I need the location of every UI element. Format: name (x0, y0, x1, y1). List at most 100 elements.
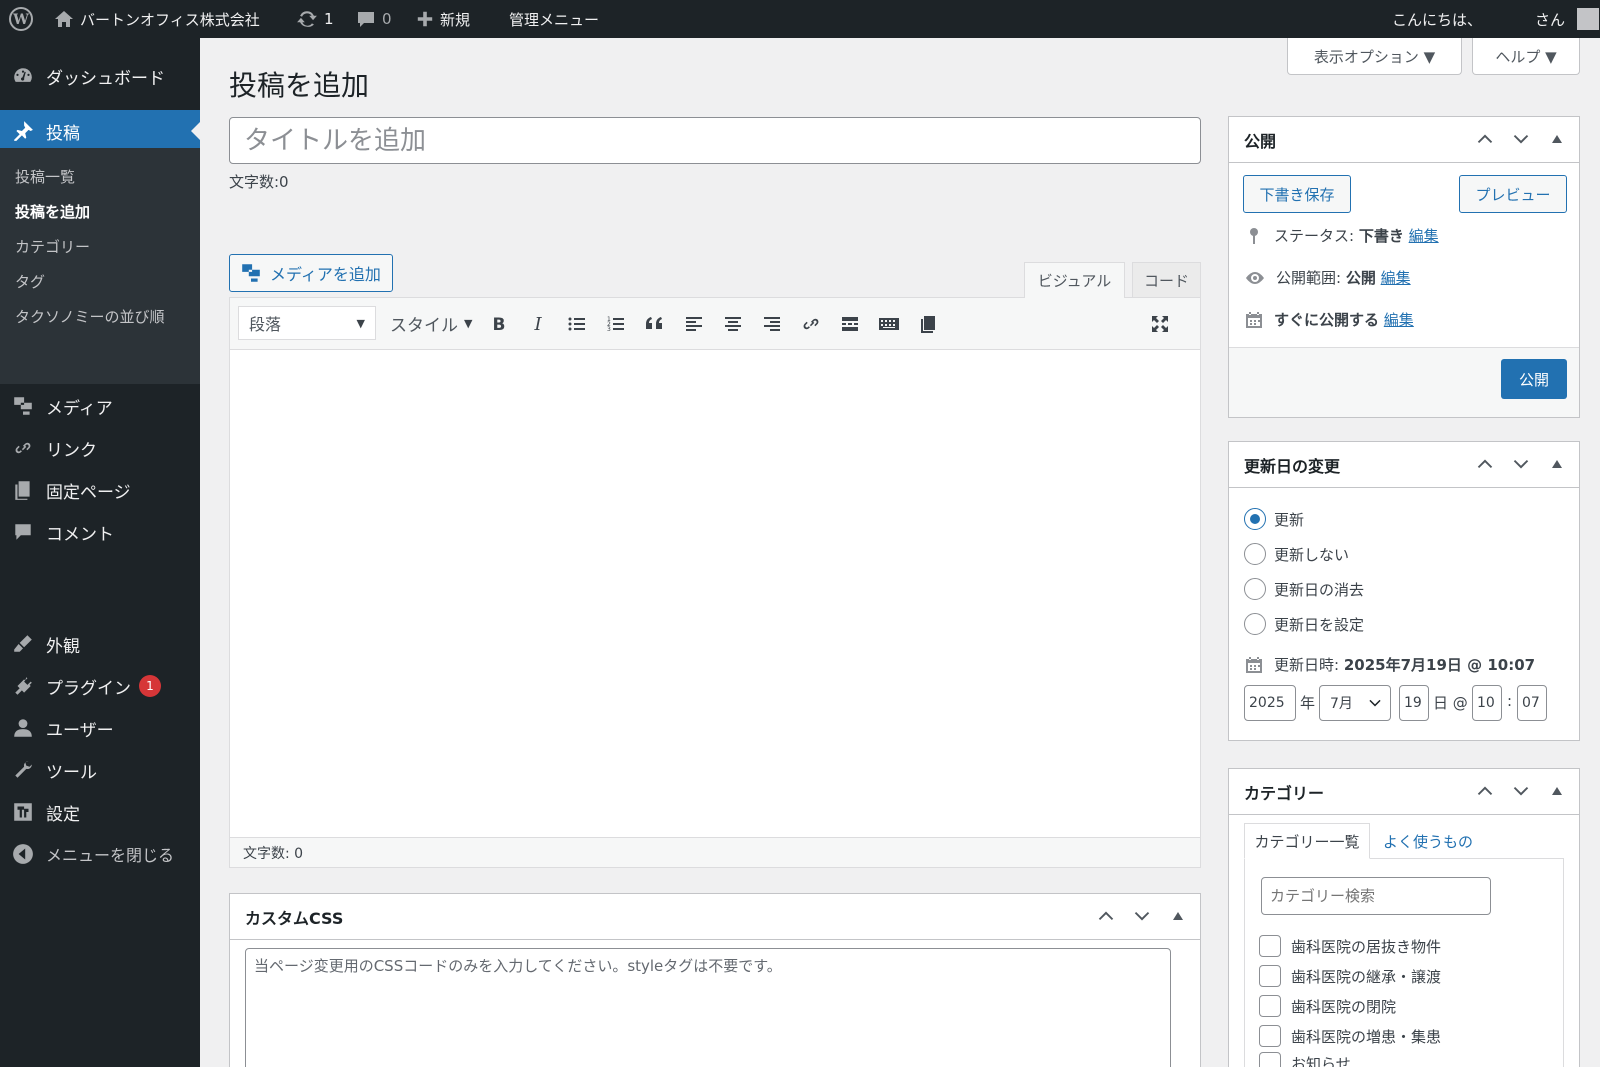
edit-status-link[interactable]: 編集 (1409, 227, 1439, 245)
sidebar-sub-taxonomy-order[interactable]: タクソノミーの並び順 (15, 306, 165, 327)
edit-schedule-link[interactable]: 編集 (1384, 311, 1414, 329)
hour-input[interactable]: 10 (1472, 685, 1502, 721)
admin-menu-link[interactable]: 管理メニュー (509, 0, 599, 38)
sidebar-item-pages[interactable]: 固定ページ (0, 470, 200, 510)
bold-button[interactable]: B (483, 308, 515, 340)
align-right-button[interactable] (756, 308, 788, 340)
greeting[interactable]: こんにちは、 (1392, 0, 1482, 38)
align-center-button[interactable] (717, 308, 749, 340)
sidebar-item-posts[interactable]: 投稿 (0, 110, 200, 152)
radio-no-update[interactable]: 更新しない (1244, 543, 1349, 565)
checkbox[interactable] (1259, 1052, 1281, 1067)
sidebar-item-plugins[interactable]: プラグイン 1 (0, 666, 200, 706)
toggle-panel-button[interactable] (1541, 448, 1573, 480)
move-up-button[interactable] (1469, 123, 1501, 155)
day-input[interactable]: 19 (1399, 685, 1429, 721)
preview-button[interactable]: プレビュー (1459, 175, 1567, 213)
custom-css-textarea[interactable] (245, 948, 1171, 1067)
radio-button[interactable] (1244, 508, 1266, 530)
radio-button[interactable] (1244, 543, 1266, 565)
chevron-up-icon (1477, 134, 1493, 144)
move-down-button[interactable] (1505, 775, 1537, 807)
sidebar-item-links[interactable]: リンク (0, 428, 200, 468)
screen-options-button[interactable]: 表示オプション ▼ (1287, 38, 1462, 75)
greeting-suffix: さん (1535, 10, 1566, 29)
move-down-button[interactable] (1505, 448, 1537, 480)
sidebar-sub-tags[interactable]: タグ (15, 271, 45, 292)
minute-input[interactable]: 07 (1517, 685, 1547, 721)
updates-link[interactable]: 1 (296, 0, 334, 38)
month-select[interactable]: 7月 (1319, 685, 1391, 721)
link-icon (803, 318, 819, 330)
category-search-input[interactable] (1261, 877, 1491, 915)
toggle-panel-button[interactable] (1162, 900, 1194, 932)
sidebar-item-tools[interactable]: ツール (0, 750, 200, 790)
radio-update[interactable]: 更新 (1244, 508, 1304, 530)
checkbox[interactable] (1259, 965, 1281, 987)
category-item[interactable]: 歯科医院の継承・譲渡 (1259, 965, 1441, 987)
sidebar-item-appearance[interactable]: 外観 (0, 624, 200, 664)
tab-all-categories[interactable]: カテゴリー一覧 (1244, 823, 1370, 859)
category-item[interactable]: お知らせ (1259, 1052, 1351, 1067)
dashboard-icon (14, 68, 32, 82)
sidebar-item-users[interactable]: ユーザー (0, 708, 200, 748)
save-draft-button[interactable]: 下書き保存 (1243, 175, 1351, 213)
toolbar-toggle-button[interactable] (873, 308, 905, 340)
radio-clear-date[interactable]: 更新日の消去 (1244, 578, 1364, 600)
category-item[interactable]: 歯科医院の居抜き物件 (1259, 935, 1441, 957)
sidebar-item-settings[interactable]: 設定 (0, 792, 200, 832)
post-title-input[interactable] (229, 117, 1201, 164)
checkbox[interactable] (1259, 935, 1281, 957)
sidebar-item-dashboard[interactable]: ダッシュボード (0, 56, 200, 96)
sidebar-label-collapse: メニューを閉じる (46, 846, 175, 865)
tab-code[interactable]: コード (1132, 262, 1201, 298)
move-up-button[interactable] (1090, 900, 1122, 932)
checkbox[interactable] (1259, 995, 1281, 1017)
sidebar-sub-categories[interactable]: カテゴリー (15, 236, 90, 257)
toggle-panel-button[interactable] (1541, 123, 1573, 155)
tab-code-label: コード (1143, 272, 1189, 290)
format-select[interactable]: 段落 ▼ (238, 306, 376, 340)
sidebar-item-comments[interactable]: コメント (0, 512, 200, 552)
checkbox[interactable] (1259, 1025, 1281, 1047)
sidebar-item-media[interactable]: メディア (0, 386, 200, 426)
post-content-editor[interactable]: 段落 ▼ スタイル ▼ B I 123 文字数: 0 (229, 297, 1201, 868)
tab-visual[interactable]: ビジュアル (1024, 262, 1125, 298)
tab-popular-label: よく使うもの (1383, 832, 1474, 851)
sidebar-sub-all-posts[interactable]: 投稿一覧 (15, 166, 75, 187)
align-left-button[interactable] (678, 308, 710, 340)
wordpress-logo-icon[interactable]: W (8, 0, 34, 38)
toggle-panel-button[interactable] (1541, 775, 1573, 807)
radio-button[interactable] (1244, 578, 1266, 600)
style-select[interactable]: スタイル ▼ (390, 306, 472, 340)
move-down-button[interactable] (1126, 900, 1158, 932)
category-item[interactable]: 歯科医院の閉院 (1259, 995, 1396, 1017)
year-input[interactable]: 2025 (1244, 685, 1296, 721)
category-item[interactable]: 歯科医院の増患・集患 (1259, 1025, 1441, 1047)
publish-button[interactable]: 公開 (1501, 359, 1567, 399)
comments-link[interactable]: 0 (356, 0, 392, 38)
blockquote-button[interactable] (639, 308, 671, 340)
edit-visibility-link[interactable]: 編集 (1381, 269, 1411, 287)
help-button[interactable]: ヘルプ ▼ (1472, 38, 1580, 75)
fullscreen-button[interactable] (1144, 308, 1176, 340)
sidebar-label-users: ユーザー (46, 720, 114, 741)
move-up-button[interactable] (1469, 775, 1501, 807)
insert-link-button[interactable] (795, 308, 827, 340)
move-down-button[interactable] (1505, 123, 1537, 155)
move-up-button[interactable] (1469, 448, 1501, 480)
italic-button[interactable]: I (522, 308, 554, 340)
new-content-link[interactable]: 新規 (416, 0, 470, 38)
radio-button[interactable] (1244, 613, 1266, 635)
bullet-list-button[interactable] (561, 308, 593, 340)
sidebar-collapse-menu[interactable]: メニューを閉じる (0, 834, 200, 874)
paste-button[interactable] (912, 308, 944, 340)
site-name-link[interactable]: バートンオフィス株式会社 (54, 0, 260, 38)
read-more-button[interactable] (834, 308, 866, 340)
add-media-button[interactable]: メディアを追加 (229, 254, 393, 292)
account-link[interactable]: さん (1535, 0, 1600, 38)
sidebar-sub-add-post[interactable]: 投稿を追加 (15, 201, 90, 222)
tab-popular-categories[interactable]: よく使うもの (1383, 823, 1473, 859)
numbered-list-button[interactable]: 123 (600, 308, 632, 340)
radio-set-date[interactable]: 更新日を設定 (1244, 613, 1364, 635)
